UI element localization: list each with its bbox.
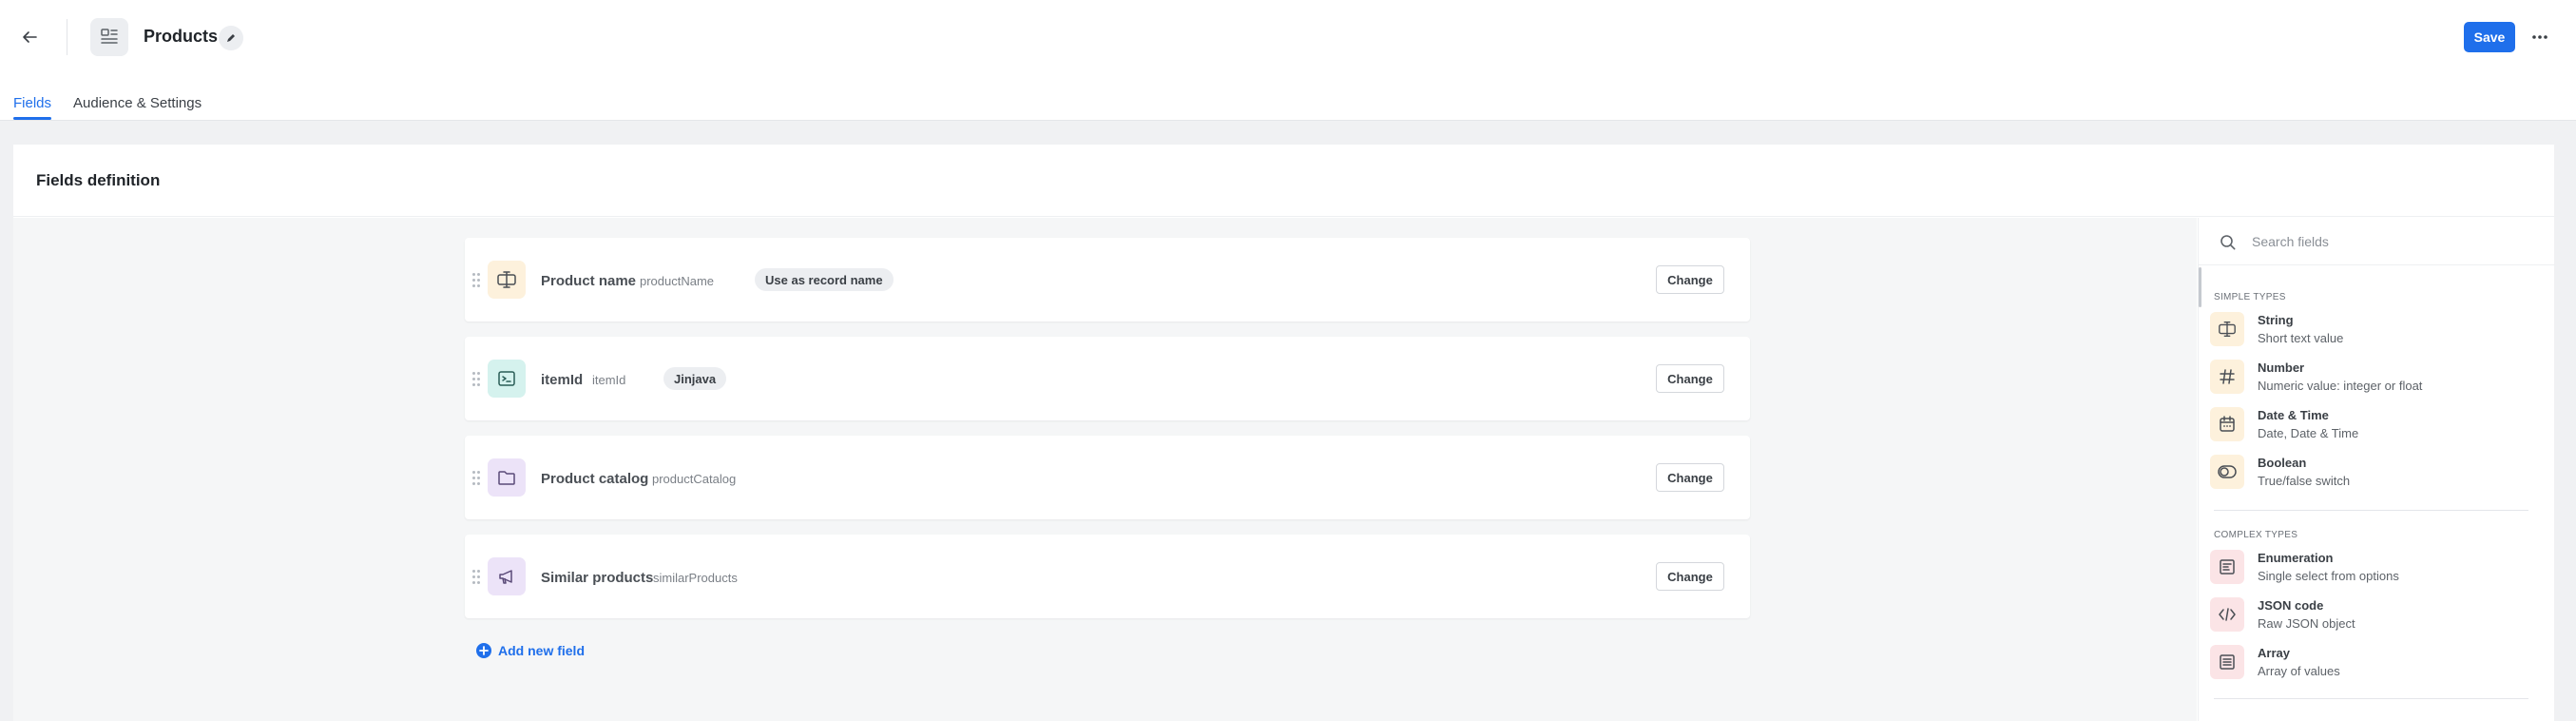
field-types-panel: SIMPLE TYPES String Short text value Num… (2198, 218, 2555, 721)
panel-scrollbar[interactable] (2199, 267, 2201, 307)
catalog-icon (90, 18, 128, 56)
type-name: Number (2258, 360, 2305, 375)
tab-fields[interactable]: Fields (13, 95, 51, 111)
string-icon (2210, 312, 2244, 346)
search-icon (2220, 235, 2236, 250)
code-icon (2210, 597, 2244, 632)
type-name: Enumeration (2258, 551, 2334, 565)
calendar-icon (2210, 407, 2244, 441)
type-description: Array of values (2258, 664, 2340, 678)
page-title: Products (144, 27, 219, 46)
drag-handle-icon[interactable] (472, 372, 480, 387)
type-name: JSON code (2258, 598, 2324, 613)
string-icon (488, 261, 526, 299)
arrow-left-icon (23, 31, 37, 43)
change-button[interactable]: Change (1656, 562, 1724, 591)
plus-circle-icon (476, 643, 491, 658)
enumeration-icon (2210, 550, 2244, 584)
terminal-icon (488, 360, 526, 398)
type-description: Date, Date & Time (2258, 426, 2359, 440)
field-key: productCatalog (652, 472, 737, 486)
fields-canvas: Product name productName Use as record n… (13, 218, 2197, 721)
type-array[interactable]: Array Array of values (2210, 641, 2514, 685)
type-enumeration[interactable]: Enumeration Single select from options (2210, 546, 2514, 590)
edit-title-button[interactable] (219, 26, 243, 50)
tab-bar: Fields Audience & Settings (0, 74, 2576, 121)
field-row[interactable]: Product name productName Use as record n… (465, 238, 1750, 322)
back-button[interactable] (15, 23, 44, 51)
hash-icon (2210, 360, 2244, 394)
add-new-field-label: Add new field (498, 643, 585, 658)
section-divider (2214, 698, 2528, 699)
field-name: itemId (541, 372, 584, 388)
more-options-button[interactable] (2525, 22, 2555, 52)
jinjava-badge: Jinjava (663, 367, 727, 390)
field-key: similarProducts (653, 571, 738, 585)
type-boolean[interactable]: Boolean True/false switch (2210, 451, 2514, 495)
card-header: Fields definition (13, 145, 2554, 217)
drag-handle-icon[interactable] (472, 471, 480, 486)
list-icon (2210, 645, 2244, 679)
record-name-badge: Use as record name (755, 268, 894, 291)
field-row[interactable]: Product catalog productCatalog Change (465, 436, 1750, 519)
field-key: itemId (592, 373, 626, 387)
type-description: Short text value (2258, 331, 2344, 345)
type-description: True/false switch (2258, 474, 2351, 488)
save-button[interactable]: Save (2464, 22, 2515, 52)
drag-handle-icon[interactable] (472, 570, 480, 585)
fields-definition-card: Fields definition Product name productNa… (13, 145, 2555, 721)
field-row[interactable]: itemId itemId Jinjava Change (465, 337, 1750, 420)
type-date-time[interactable]: Date & Time Date, Date & Time (2210, 403, 2514, 447)
type-json-code[interactable]: JSON code Raw JSON object (2210, 594, 2514, 637)
type-description: Raw JSON object (2258, 616, 2355, 631)
add-new-field-button[interactable]: Add new field (476, 643, 585, 658)
field-name: Similar products (541, 570, 654, 586)
change-button[interactable]: Change (1656, 364, 1724, 393)
type-description: Numeric value: integer or float (2258, 379, 2423, 393)
folder-icon (488, 458, 526, 497)
toggle-icon (2210, 455, 2244, 489)
tab-audience-settings[interactable]: Audience & Settings (73, 95, 202, 111)
pencil-icon (227, 34, 235, 42)
change-button[interactable]: Change (1656, 463, 1724, 492)
field-name: Product catalog (541, 471, 649, 487)
search-fields-input[interactable] (2252, 230, 2528, 253)
type-string[interactable]: String Short text value (2210, 308, 2514, 352)
top-bar: Products Save (0, 0, 2576, 74)
type-name: Boolean (2258, 456, 2307, 470)
active-tab-indicator (13, 117, 51, 120)
field-name: Product name (541, 273, 637, 289)
type-name: Array (2258, 646, 2290, 660)
complex-types-label: COMPLEX TYPES (2214, 530, 2298, 540)
search-bar (2199, 218, 2555, 265)
type-name: String (2258, 313, 2294, 327)
change-button[interactable]: Change (1656, 265, 1724, 294)
drag-handle-icon[interactable] (472, 273, 480, 288)
field-key: productName (640, 274, 715, 288)
simple-types-label: SIMPLE TYPES (2214, 292, 2286, 302)
megaphone-icon (488, 557, 526, 595)
more-horizontal-icon (2532, 35, 2547, 39)
type-description: Single select from options (2258, 569, 2399, 583)
card-title: Fields definition (36, 171, 161, 189)
section-divider (2214, 510, 2528, 511)
field-row[interactable]: Similar products similarProducts Change (465, 535, 1750, 618)
type-name: Date & Time (2258, 408, 2329, 422)
type-number[interactable]: Number Numeric value: integer or float (2210, 356, 2514, 399)
